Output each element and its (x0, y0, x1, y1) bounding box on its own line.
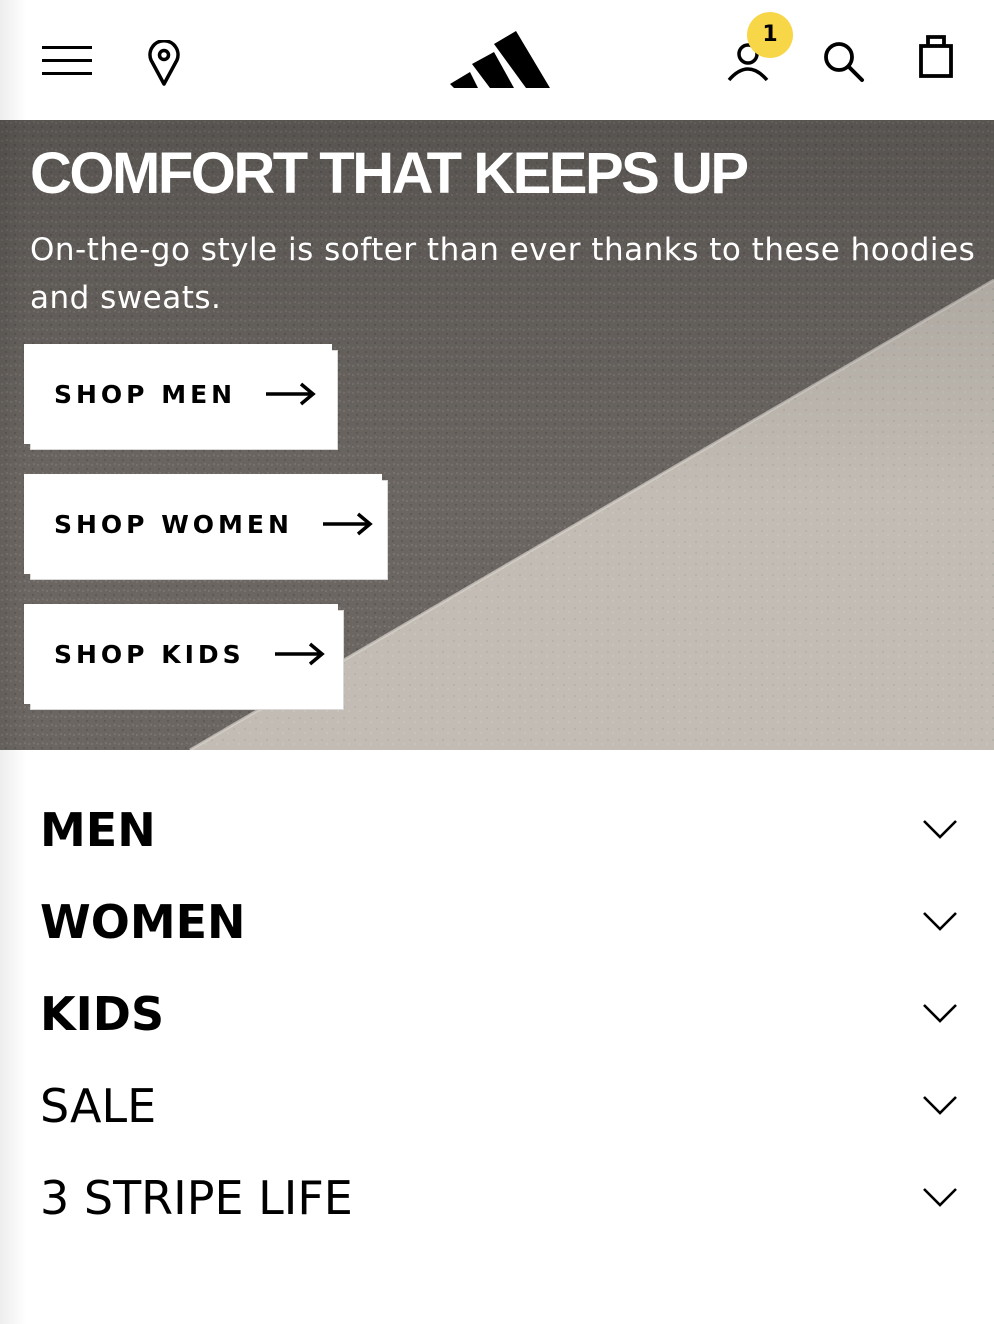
account-notification-badge: 1 (747, 12, 793, 58)
page: 1 COMFORT THAT KEEPS UP On-the-go style … (0, 0, 994, 1324)
hero-title: COMFORT THAT KEEPS UP (30, 141, 749, 206)
shop-women-label: SHOP WOMEN (54, 509, 293, 539)
nav-item-label: 3 STRIPE LIFE (40, 1171, 353, 1225)
shop-women-button[interactable]: SHOP WOMEN (24, 474, 382, 574)
shopping-bag-icon[interactable] (914, 34, 958, 80)
arrow-right-icon (266, 382, 316, 406)
chevron-down-icon (923, 912, 957, 931)
adidas-logo[interactable] (448, 26, 552, 92)
nav-item-sale[interactable]: SALE (0, 1056, 994, 1148)
nav-item-label: KIDS (40, 987, 165, 1041)
hero-banner: COMFORT THAT KEEPS UP On-the-go style is… (0, 120, 994, 750)
hamburger-menu-icon[interactable] (42, 44, 94, 78)
nav-item-kids[interactable]: KIDS (0, 964, 994, 1056)
location-pin-icon[interactable] (144, 39, 184, 86)
nav-item-men[interactable]: MEN (0, 780, 994, 872)
shop-men-button[interactable]: SHOP MEN (24, 344, 332, 444)
chevron-down-icon (923, 820, 957, 839)
nav-item-3-stripe-life[interactable]: 3 STRIPE LIFE (0, 1148, 994, 1240)
nav-item-label: MEN (40, 803, 156, 857)
site-header: 1 (0, 0, 994, 120)
category-nav: MEN WOMEN KIDS SALE 3 STRIPE LIFE (0, 780, 994, 1240)
shop-men-label: SHOP MEN (54, 379, 237, 409)
arrow-right-icon (322, 512, 373, 536)
search-icon[interactable] (822, 40, 866, 84)
hero-subtitle: On-the-go style is softer than ever than… (30, 232, 976, 316)
chevron-down-icon (923, 1096, 957, 1115)
chevron-down-icon (923, 1004, 957, 1023)
nav-item-label: WOMEN (40, 895, 246, 949)
nav-item-women[interactable]: WOMEN (0, 872, 994, 964)
shop-kids-label: SHOP KIDS (54, 639, 245, 669)
chevron-down-icon (923, 1188, 957, 1207)
nav-item-label: SALE (40, 1079, 157, 1133)
shop-kids-button[interactable]: SHOP KIDS (24, 604, 338, 704)
arrow-right-icon (274, 642, 325, 666)
